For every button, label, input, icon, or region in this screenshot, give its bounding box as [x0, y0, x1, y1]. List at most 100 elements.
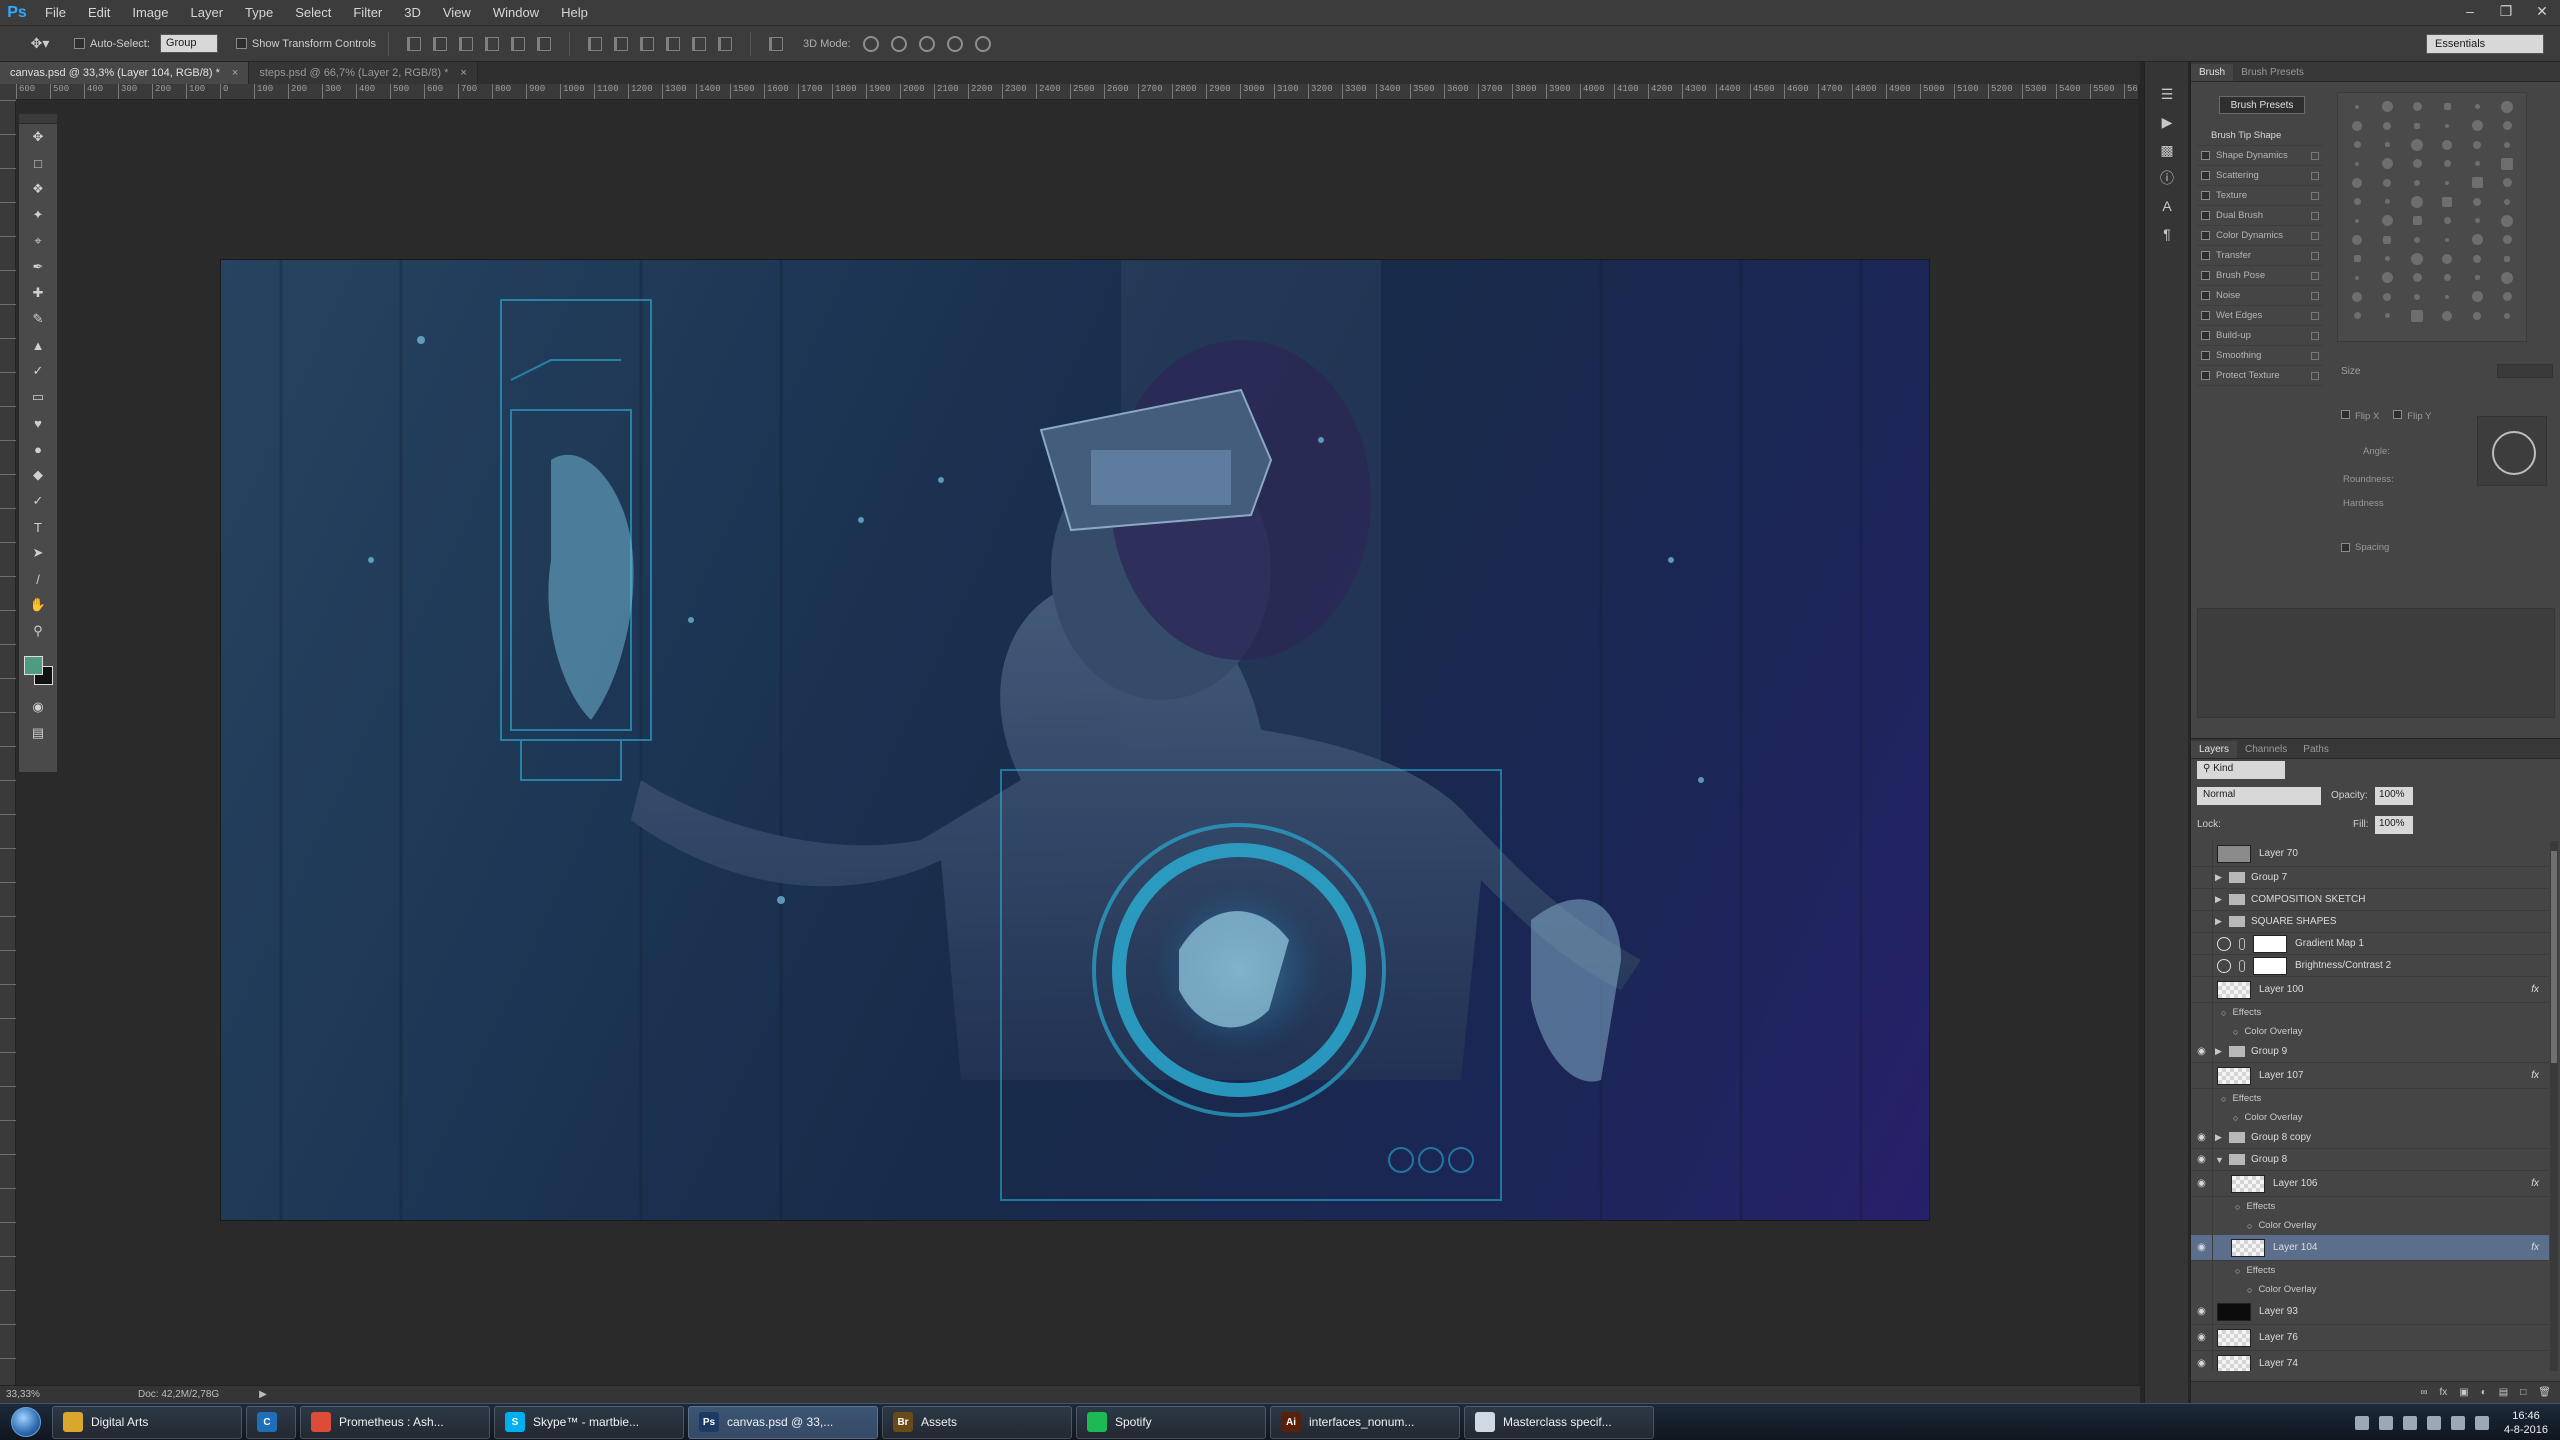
visibility-eye-icon[interactable]	[2191, 1108, 2213, 1127]
opacity-field[interactable]: 100%	[2375, 787, 2413, 805]
3d-roll-icon[interactable]	[890, 35, 907, 52]
brush-tip-preset[interactable]	[2402, 173, 2432, 192]
tab-channels[interactable]: Channels	[2237, 741, 2295, 758]
layer-name[interactable]: Layer 104	[2273, 1242, 2317, 1253]
effect-eye-icon[interactable]: ○	[2235, 1266, 2240, 1276]
layer-group-row[interactable]: ▶ COMPOSITION SKETCH	[2191, 889, 2549, 911]
type-tool-icon[interactable]: T	[19, 514, 57, 540]
spacing-checkbox[interactable]: Spacing	[2341, 542, 2389, 553]
expand-arrow-icon[interactable]: ▶	[2215, 872, 2227, 883]
show-transform-controls-checkbox[interactable]: Show Transform Controls	[235, 38, 376, 50]
history-panel-icon[interactable]: ☰	[2145, 80, 2189, 108]
visibility-eye-icon[interactable]	[2191, 841, 2213, 866]
layer-row[interactable]: Layer 107 fx	[2191, 1063, 2549, 1089]
layer-group-row[interactable]: ◉ ▶ Group 8 copy	[2191, 1127, 2549, 1149]
brush-option-noise[interactable]: Noise	[2197, 286, 2323, 306]
menu-layer[interactable]: Layer	[180, 0, 235, 26]
brush-tip-preset[interactable]	[2462, 97, 2492, 116]
lock-icon[interactable]	[2311, 271, 2319, 280]
brush-tip-preset[interactable]	[2432, 287, 2462, 306]
fill-field[interactable]: 100%	[2375, 816, 2413, 834]
layer-name[interactable]: Group 8 copy	[2251, 1132, 2311, 1143]
layer-name[interactable]: Color Overlay	[2258, 1220, 2316, 1231]
info-panel-icon[interactable]: ⓘ	[2145, 164, 2189, 192]
brush-presets-button[interactable]: Brush Presets	[2219, 96, 2305, 114]
minimize-icon[interactable]: –	[2452, 0, 2488, 22]
brush-tip-preset[interactable]	[2492, 97, 2522, 116]
link-layers-icon[interactable]: ∞	[2420, 1387, 2427, 1398]
history-brush-tool-icon[interactable]: ✓	[19, 358, 57, 384]
layer-row[interactable]: ◉ Layer 104 fx	[2191, 1235, 2549, 1261]
align-right-edges-icon[interactable]	[537, 36, 552, 51]
layer-name[interactable]: Group 9	[2251, 1046, 2287, 1057]
3d-drag-icon[interactable]	[918, 35, 935, 52]
brush-tip-preset[interactable]	[2402, 97, 2432, 116]
layer-effect-row[interactable]: ○ Effects	[2191, 1261, 2549, 1280]
visibility-eye-icon[interactable]	[2191, 933, 2213, 954]
layer-name[interactable]: COMPOSITION SKETCH	[2251, 894, 2365, 905]
effect-eye-icon[interactable]: ○	[2221, 1094, 2226, 1104]
mask-link-icon[interactable]	[2239, 959, 2245, 972]
visibility-eye-icon[interactable]: ◉	[2191, 1235, 2213, 1260]
layer-group-row[interactable]: ▶ Group 7	[2191, 867, 2549, 889]
brush-tip-preset[interactable]	[2372, 287, 2402, 306]
document-canvas[interactable]	[221, 260, 1929, 1220]
new-adjustment-icon[interactable]: ◐	[2481, 1387, 2487, 1398]
layer-effect-row[interactable]: ○ Effects	[2191, 1089, 2549, 1108]
align-left-edges-icon[interactable]	[485, 36, 500, 51]
brush-tip-preset[interactable]	[2492, 192, 2522, 211]
close-tab-icon[interactable]: ×	[460, 67, 466, 79]
brush-tip-preset[interactable]	[2402, 287, 2432, 306]
layers-scrollbar[interactable]	[2550, 841, 2558, 1371]
brush-tip-preset[interactable]	[2402, 116, 2432, 135]
brush-tip-preset[interactable]	[2462, 192, 2492, 211]
brush-tip-preset[interactable]	[2402, 192, 2432, 211]
layer-name[interactable]: Effects	[2232, 1093, 2261, 1104]
character-panel-icon[interactable]: A	[2145, 192, 2189, 220]
zoom-level[interactable]: 33,33%	[0, 1389, 48, 1400]
dodge-tool-icon[interactable]: ●	[19, 436, 57, 462]
layer-name[interactable]: Color Overlay	[2258, 1284, 2316, 1295]
layer-row[interactable]: Layer 70	[2191, 841, 2549, 867]
visibility-eye-icon[interactable]	[2191, 1022, 2213, 1041]
brush-option-transfer[interactable]: Transfer	[2197, 246, 2323, 266]
align-bottom-edges-icon[interactable]	[459, 36, 474, 51]
brush-tip-preset[interactable]	[2432, 135, 2462, 154]
visibility-eye-icon[interactable]: ◉	[2191, 1171, 2213, 1196]
taskbar-item[interactable]: Spotify	[1076, 1405, 1266, 1439]
paragraph-panel-icon[interactable]: ¶	[2145, 220, 2189, 248]
brush-tip-preset[interactable]	[2342, 249, 2372, 268]
brush-tip-preset[interactable]	[2372, 306, 2402, 325]
pen-tool-icon[interactable]: ✓	[19, 488, 57, 514]
brush-option-checkbox[interactable]	[2201, 271, 2210, 280]
ruler-origin[interactable]	[0, 84, 16, 100]
brush-tip-preset[interactable]	[2492, 268, 2522, 287]
layer-group-row[interactable]: ◉ ▶ Group 9	[2191, 1041, 2549, 1063]
brush-tip-preset[interactable]	[2402, 249, 2432, 268]
align-top-edges-icon[interactable]	[407, 36, 422, 51]
foreground-color-swatch[interactable]	[24, 656, 43, 675]
taskbar-item[interactable]: Digital Arts	[52, 1405, 242, 1439]
layer-row[interactable]: Gradient Map 1	[2191, 933, 2549, 955]
layer-name[interactable]: Layer 70	[2259, 848, 2298, 859]
brush-tip-preset[interactable]	[2432, 192, 2462, 211]
blend-mode-dropdown[interactable]: Normal	[2197, 787, 2321, 805]
brush-tip-preset[interactable]	[2402, 268, 2432, 287]
layer-group-row[interactable]: ▶ SQUARE SHAPES	[2191, 911, 2549, 933]
marquee-tool-icon[interactable]: □	[19, 150, 57, 176]
layer-row[interactable]: Layer 100 fx	[2191, 977, 2549, 1003]
visibility-eye-icon[interactable]	[2191, 1216, 2213, 1235]
brush-tip-preset[interactable]	[2432, 268, 2462, 287]
lasso-tool-icon[interactable]: ❖	[19, 176, 57, 202]
hand-tool-icon[interactable]: ✋	[19, 592, 57, 618]
expand-arrow-icon[interactable]: ▶	[2215, 1132, 2227, 1143]
layer-row[interactable]: ◉ Layer 106 fx	[2191, 1171, 2549, 1197]
visibility-eye-icon[interactable]: ◉	[2191, 1299, 2213, 1324]
brush-option-checkbox[interactable]	[2201, 291, 2210, 300]
menu-help[interactable]: Help	[550, 0, 599, 26]
lock-icon[interactable]	[2311, 171, 2319, 180]
brush-tip-preset[interactable]	[2432, 97, 2462, 116]
tab-paths[interactable]: Paths	[2295, 741, 2337, 758]
tab-brush-presets[interactable]: Brush Presets	[2233, 64, 2312, 81]
taskbar-item[interactable]: Br Assets	[882, 1405, 1072, 1439]
